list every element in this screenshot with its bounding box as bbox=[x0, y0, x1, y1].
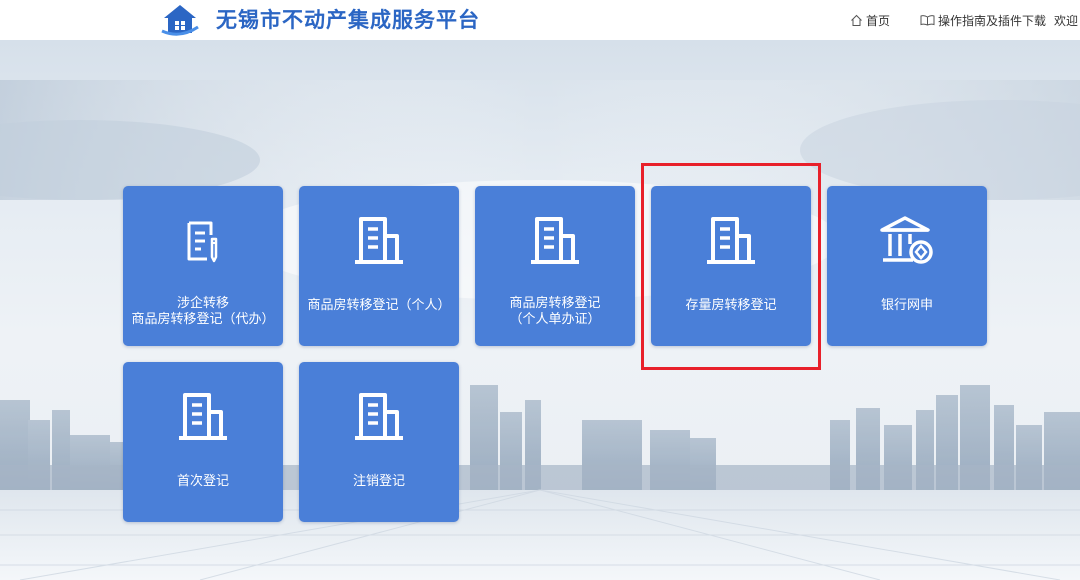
tile-label: 商品房转移登记（个人） bbox=[307, 298, 451, 313]
tile-bank-online-application[interactable]: 银行网申 bbox=[827, 186, 987, 346]
nav-home-label: 首页 bbox=[866, 13, 891, 28]
tile-first-registration[interactable]: 首次登记 bbox=[123, 362, 283, 522]
tile-existing-housing-transfer[interactable]: 存量房转移登记 bbox=[651, 186, 811, 346]
building-icon bbox=[355, 393, 403, 440]
tile-label: 商品房转移登记 （个人单办证） bbox=[509, 296, 601, 327]
tile-label: 注销登记 bbox=[352, 474, 405, 489]
tile-label: 存量房转移登记 bbox=[685, 298, 777, 313]
site-title: 无锡市不动产集成服务平台 bbox=[216, 8, 480, 32]
building-icon bbox=[355, 217, 403, 264]
tile-label: 银行网申 bbox=[880, 298, 933, 313]
nav-home-link[interactable]: 首页 bbox=[850, 11, 890, 29]
home-icon bbox=[851, 14, 862, 26]
nav-guide-link[interactable]: 操作指南及插件下载 bbox=[920, 11, 1046, 29]
building-icon bbox=[179, 393, 227, 440]
bank-icon bbox=[880, 216, 933, 264]
top-header: 无锡市不动产集成服务平台 首页 操作指南及插件下载 欢迎 bbox=[0, 0, 1080, 40]
building-icon bbox=[531, 217, 579, 264]
tile-enterprise-transfer[interactable]: 涉企转移 商品房转移登记（代办） bbox=[123, 186, 283, 346]
open-book-icon bbox=[920, 15, 935, 26]
tile-commodity-transfer-personal[interactable]: 商品房转移登记（个人） bbox=[299, 186, 459, 346]
document-pen-icon bbox=[187, 221, 218, 263]
tile-commodity-transfer-single-certificate[interactable]: 商品房转移登记 （个人单办证） bbox=[475, 186, 635, 346]
welcome-label: 欢迎 bbox=[1054, 13, 1079, 28]
tile-label: 首次登记 bbox=[176, 474, 229, 489]
house-logo-icon bbox=[161, 5, 199, 36]
welcome-text: 欢迎 bbox=[1054, 11, 1080, 29]
nav-guide-label: 操作指南及插件下载 bbox=[938, 13, 1047, 28]
tile-cancellation-registration[interactable]: 注销登记 bbox=[299, 362, 459, 522]
building-icon bbox=[707, 217, 755, 264]
tile-label: 涉企转移 商品房转移登记（代办） bbox=[131, 296, 275, 327]
